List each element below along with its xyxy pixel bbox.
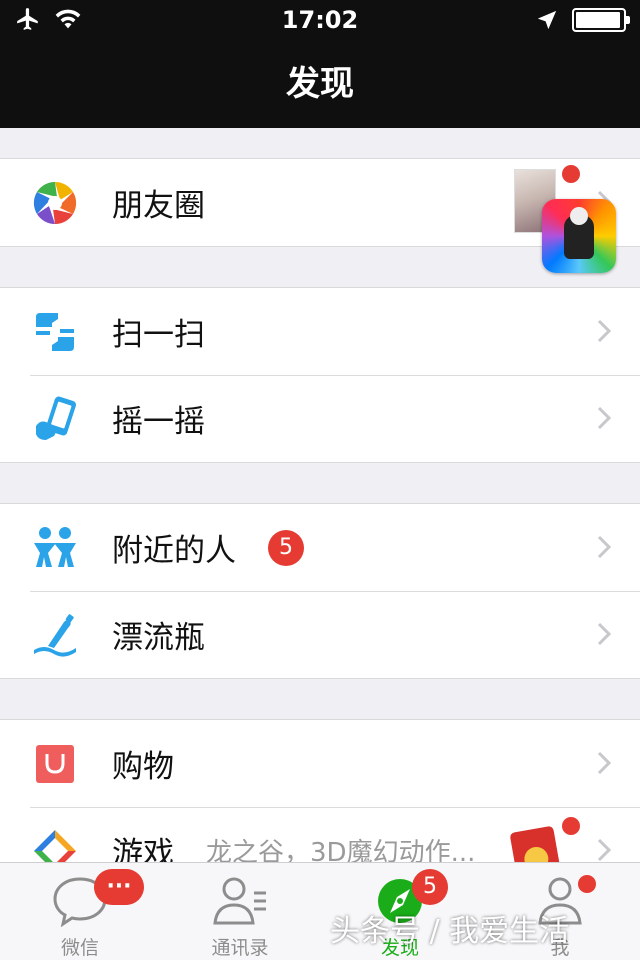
status-bar: 17:02: [0, 0, 640, 40]
drift-bottle-icon: [34, 614, 76, 657]
moments-game-avatar: [542, 199, 616, 273]
group-nearby-bottle: 附近的人 5 漂流瓶: [0, 503, 640, 679]
battery-icon: [572, 8, 630, 32]
cell-shopping[interactable]: 购物: [0, 720, 640, 807]
cell-drift-bottle[interactable]: 漂流瓶: [0, 591, 640, 678]
tab-chats[interactable]: ··· 微信: [0, 863, 160, 960]
cell-label-scan: 扫一扫: [112, 317, 205, 353]
nav-bar: 发现: [0, 40, 640, 128]
chevron-right-icon: [597, 838, 612, 862]
chevron-right-icon: [597, 751, 612, 775]
battery-fill: [576, 12, 620, 28]
cell-scan[interactable]: 扫一扫: [0, 288, 640, 375]
chats-badge: ···: [94, 869, 144, 905]
me-new-dot: [578, 875, 596, 893]
cell-label-drift-bottle: 漂流瓶: [112, 620, 205, 656]
contacts-icon: [213, 877, 266, 925]
chevron-right-icon: [597, 535, 612, 559]
games-new-dot: [562, 817, 580, 835]
tab-label-contacts: 通讯录: [211, 937, 269, 959]
nearby-count-badge: 5: [268, 530, 304, 566]
page-title: 发现: [286, 64, 354, 104]
cell-label-shopping: 购物: [112, 749, 174, 785]
group-scan-shake: 扫一扫 摇一摇: [0, 287, 640, 463]
discover-badge: 5: [412, 869, 448, 905]
shake-phone-icon: [36, 396, 76, 440]
scan-icon: [36, 313, 74, 351]
chevron-right-icon: [597, 406, 612, 430]
chevron-right-icon: [597, 622, 612, 646]
group-moments: 朋友圈: [0, 158, 640, 273]
tab-label-chats: 微信: [60, 937, 99, 959]
chevron-right-icon: [597, 319, 612, 343]
cell-nearby[interactable]: 附近的人 5: [0, 504, 640, 591]
watermark-text: 头条号 / 我爱生活: [330, 914, 570, 949]
aperture-icon: [33, 181, 77, 225]
people-icon: [34, 527, 76, 567]
cell-label-shake: 摇一摇: [112, 404, 205, 440]
moments-new-dot: [562, 165, 580, 183]
tab-contacts[interactable]: 通讯录: [160, 863, 320, 960]
cell-moments[interactable]: 朋友圈: [0, 159, 640, 273]
shopping-bag-icon: [36, 745, 74, 783]
cell-label-moments: 朋友圈: [112, 188, 205, 224]
status-right: [536, 8, 630, 32]
location-arrow-icon: [537, 10, 557, 30]
cell-shake[interactable]: 摇一摇: [0, 375, 640, 462]
cell-label-nearby: 附近的人: [112, 533, 236, 569]
discover-list: 朋友圈 扫一扫 摇一摇 附近的人 5 漂流瓶 购物 游戏 龙之谷，3D魔幻动作.…: [0, 128, 640, 895]
